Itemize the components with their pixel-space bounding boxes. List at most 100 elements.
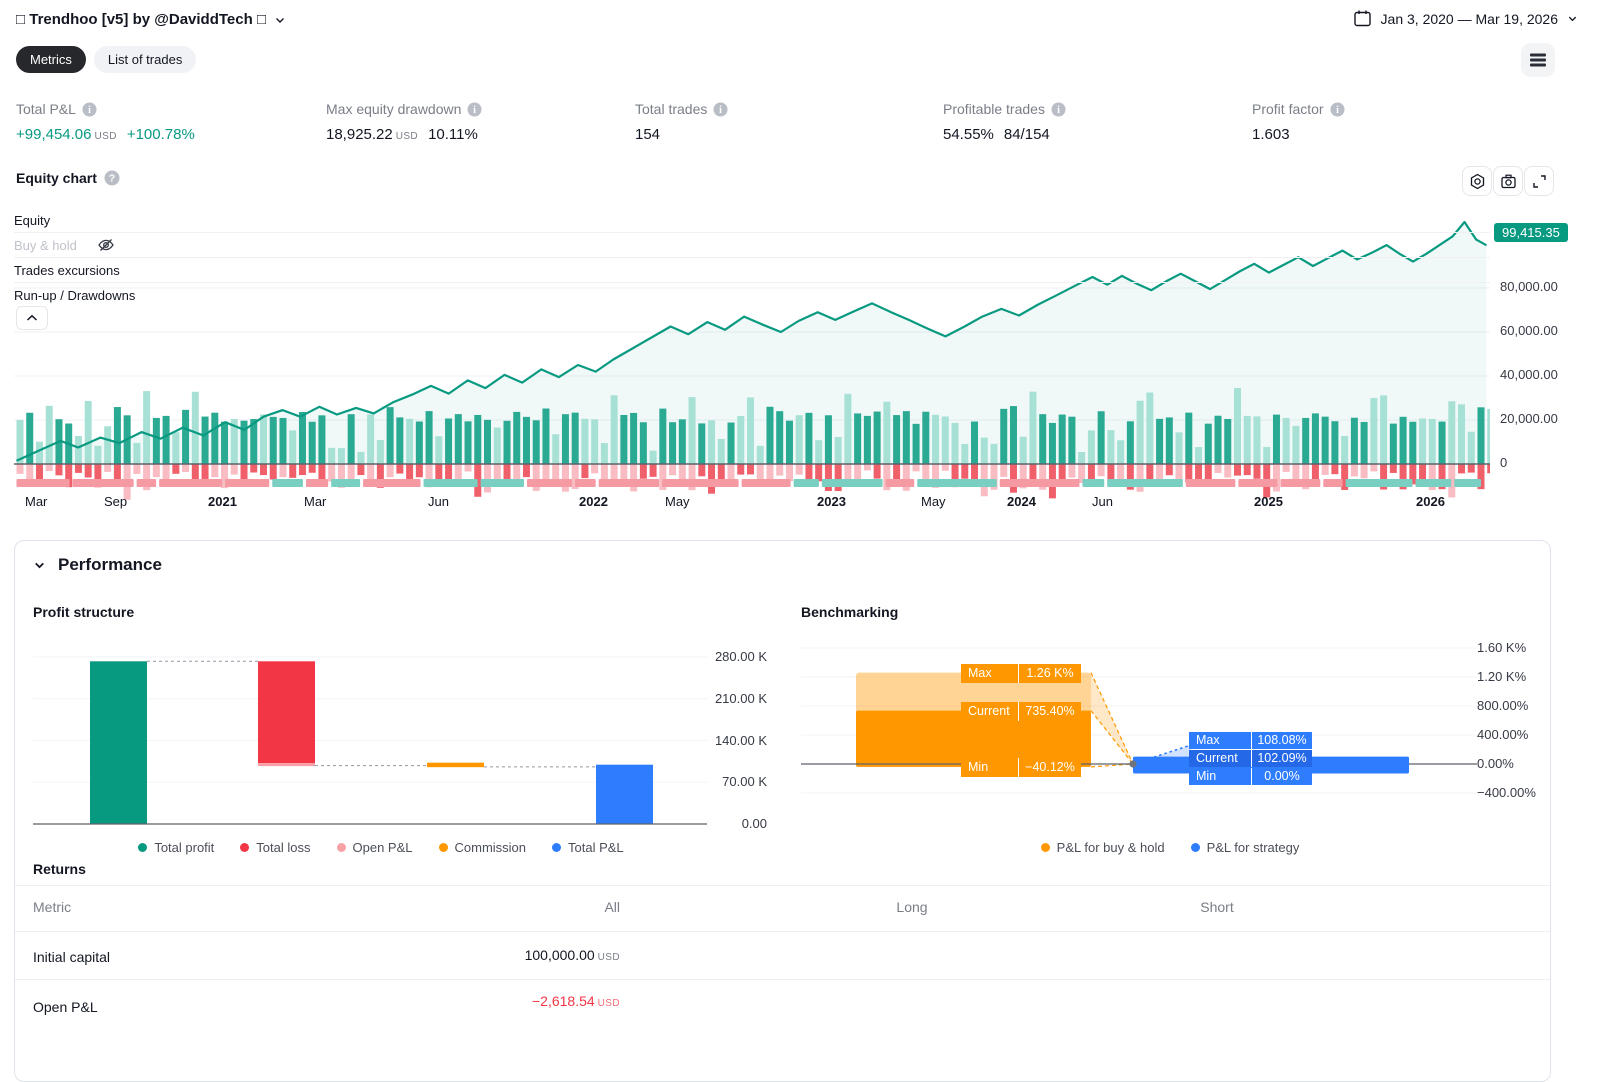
- drawdown-bar: [36, 464, 43, 481]
- x-axis-label: May: [665, 494, 690, 509]
- runup-bar: [689, 397, 696, 464]
- runup-bar: [1166, 417, 1173, 464]
- chart-settings-button[interactable]: [1462, 166, 1492, 196]
- runup-bar: [1029, 392, 1036, 464]
- legend-item[interactable]: P&L for buy & hold: [1041, 840, 1165, 855]
- runup-bar: [1215, 416, 1222, 464]
- legend-item[interactable]: Total P&L: [552, 840, 624, 855]
- trade-strip: [1082, 479, 1104, 487]
- chevron-down-icon[interactable]: [33, 559, 46, 572]
- runup-bar: [611, 395, 618, 464]
- info-icon[interactable]: i: [1051, 102, 1066, 117]
- chart-fullscreen-button[interactable]: [1524, 166, 1554, 196]
- legend-label: Total loss: [256, 840, 310, 855]
- runup-bar: [387, 407, 394, 464]
- layout-rows-button[interactable]: [1521, 43, 1555, 77]
- runup-bar: [796, 415, 803, 464]
- legend-item-trades-excursions[interactable]: Trades excursions: [14, 258, 1490, 283]
- drawdown-bar: [786, 464, 793, 481]
- runup-bar: [1302, 418, 1309, 464]
- date-range-label: Jan 3, 2020 — Mar 19, 2026: [1381, 11, 1558, 27]
- runup-bar: [133, 443, 140, 464]
- metric-label: Total trades: [635, 101, 707, 117]
- metric-total-trades: Total tradesi 154: [635, 101, 728, 143]
- x-axis-label: Mar: [304, 494, 326, 509]
- x-axis-label: Jun: [1092, 494, 1113, 509]
- runup-bar: [309, 422, 316, 464]
- help-icon[interactable]: ?: [104, 170, 120, 186]
- legend-item-buy-hold[interactable]: Buy & hold: [14, 233, 1490, 258]
- drawdown-bar: [465, 464, 472, 472]
- drawdown-bar: [17, 464, 24, 474]
- legend-label: Total P&L: [568, 840, 624, 855]
- range-badge: Max1.26 K%: [961, 664, 1081, 683]
- legend-item-equity[interactable]: Equity: [14, 208, 1490, 233]
- metric-unit: USD: [396, 131, 418, 142]
- range-badge: Min0.00%: [1189, 768, 1312, 785]
- metric-value: +99,454.06: [16, 126, 92, 143]
- drawdown-bar: [698, 464, 705, 476]
- info-icon[interactable]: i: [82, 102, 97, 117]
- trade-strip: [575, 479, 596, 487]
- runup-bar: [1322, 417, 1329, 464]
- badge-label: Current: [1189, 750, 1252, 767]
- runup-bar: [922, 412, 929, 464]
- runup-bar: [114, 407, 121, 464]
- trade-strip: [1346, 479, 1413, 487]
- runup-bar: [562, 414, 569, 464]
- drawdown-bar: [815, 464, 822, 481]
- legend-item[interactable]: Commission: [439, 840, 527, 855]
- legend-item[interactable]: Total loss: [240, 840, 310, 855]
- badge-label: Current: [961, 702, 1019, 721]
- drawdown-bar: [796, 464, 803, 475]
- info-icon[interactable]: i: [467, 102, 482, 117]
- profit-structure-chart[interactable]: [31, 633, 771, 863]
- legend-item[interactable]: Total profit: [138, 840, 214, 855]
- legend-label: Open P&L: [353, 840, 413, 855]
- info-icon[interactable]: i: [1330, 102, 1345, 117]
- row-all-value: −2,618.54USD: [420, 993, 620, 1009]
- legend-item[interactable]: P&L for strategy: [1191, 840, 1300, 855]
- runup-bar: [776, 411, 783, 464]
- chevron-down-icon[interactable]: [274, 14, 286, 26]
- tab-list-of-trades[interactable]: List of trades: [94, 46, 196, 73]
- runup-bar: [1176, 432, 1183, 464]
- benchmarking-chart[interactable]: [799, 633, 1541, 863]
- chart-snapshot-button[interactable]: [1493, 166, 1523, 196]
- metric-total-pnl: Total P&Li +99,454.06USD+100.78%: [16, 101, 195, 143]
- eye-off-icon[interactable]: [97, 237, 115, 253]
- runup-bar: [1146, 393, 1153, 464]
- drawdown-bar: [348, 464, 355, 481]
- runup-bar: [260, 414, 267, 464]
- tab-metrics[interactable]: Metrics: [16, 46, 86, 73]
- date-range-picker[interactable]: Jan 3, 2020 — Mar 19, 2026: [1353, 9, 1578, 28]
- runup-bar: [36, 442, 43, 464]
- runup-bar: [533, 420, 540, 464]
- drawdown-bar: [776, 464, 783, 476]
- runup-bar: [737, 416, 744, 464]
- runup-bar: [513, 412, 520, 464]
- drawdown-bar: [913, 464, 920, 471]
- collapse-legend-button[interactable]: [16, 306, 48, 330]
- drawdown-bar: [854, 464, 861, 481]
- drawdown-bar: [435, 464, 442, 480]
- runup-bar: [270, 417, 277, 464]
- drawdown-bar: [1166, 464, 1173, 475]
- badge-value: 1.26 K%: [1019, 664, 1081, 683]
- runup-bar: [192, 392, 199, 464]
- runup-bar: [1312, 413, 1319, 464]
- y-axis-label: 80,000.00: [1500, 279, 1558, 294]
- runup-bar: [357, 452, 364, 464]
- trade-strip: [794, 479, 819, 487]
- drawdown-bar: [1224, 464, 1231, 477]
- info-icon[interactable]: i: [713, 102, 728, 117]
- y-axis-label: 0.00%: [1477, 756, 1543, 771]
- runup-bar: [46, 406, 53, 464]
- runup-bar: [844, 394, 851, 464]
- runup-bar: [1429, 419, 1436, 464]
- runup-bar: [718, 439, 725, 464]
- runup-bar: [1400, 417, 1407, 464]
- badge-value: 108.08%: [1252, 732, 1312, 749]
- legend-item[interactable]: Open P&L: [337, 840, 413, 855]
- legend-item-runup-drawdowns[interactable]: Run-up / Drawdowns: [14, 283, 1490, 307]
